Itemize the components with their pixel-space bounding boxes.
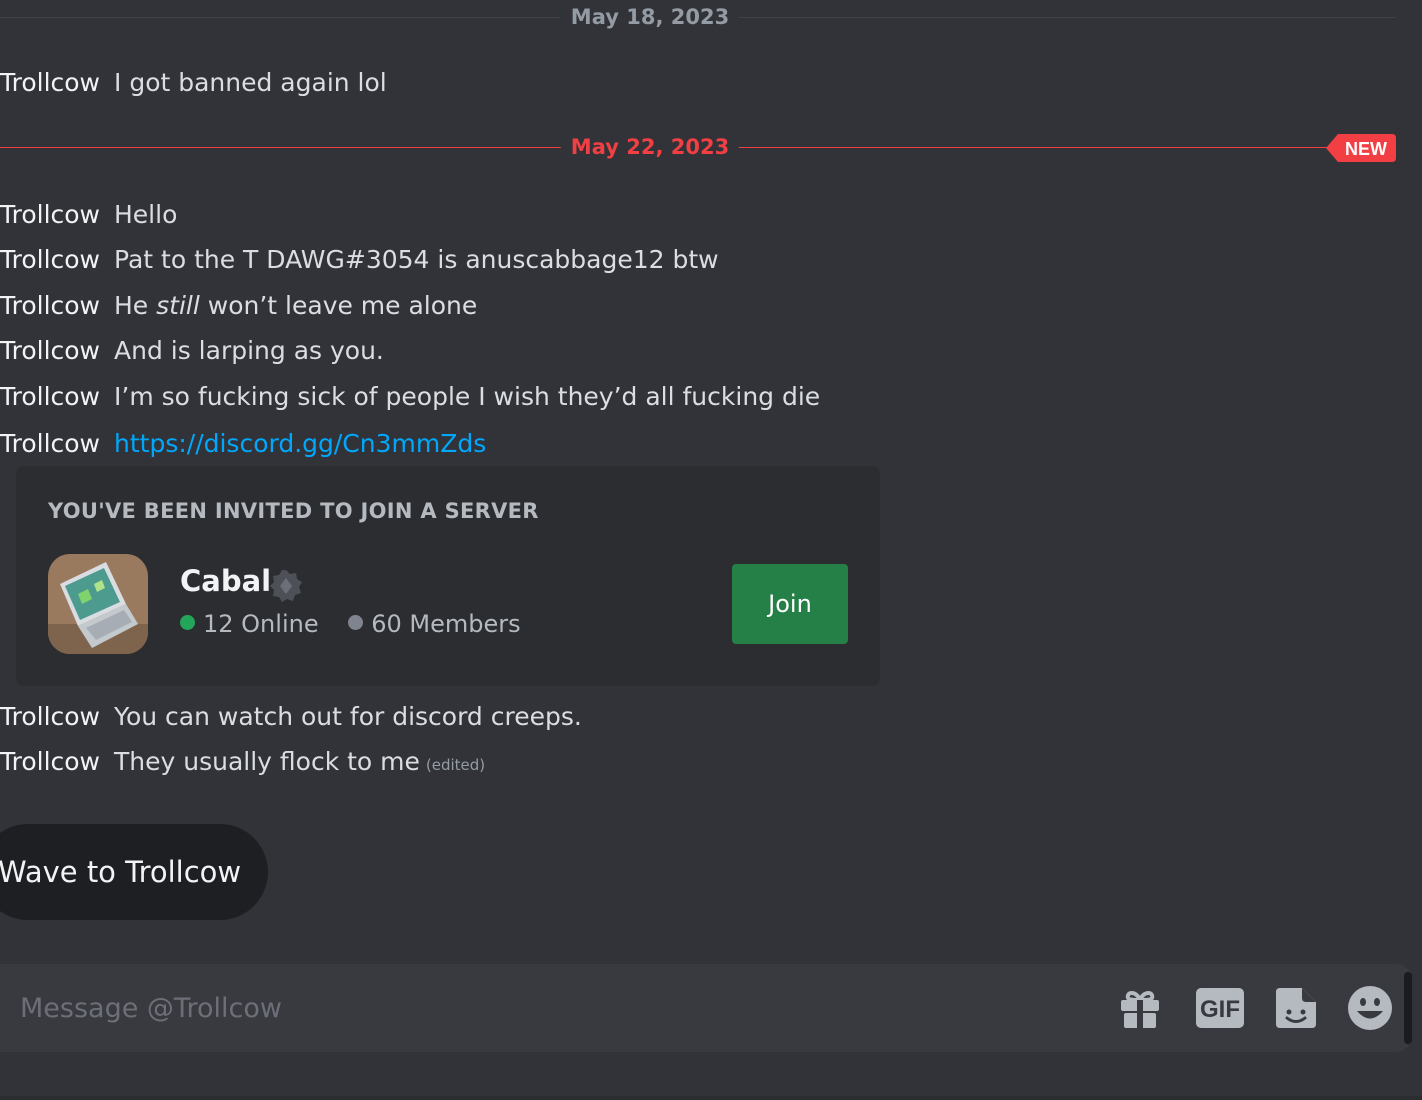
message-composer: GIF <box>0 964 1412 1052</box>
message: Trollcow I’m so fucking sick of people I … <box>0 382 820 412</box>
gift-icon[interactable] <box>1118 986 1162 1030</box>
message: Trollcow They usually flock to me (edited) <box>0 747 485 780</box>
members-dot-icon <box>348 615 364 630</box>
invite-header: YOU'VE BEEN INVITED TO JOIN A SERVER <box>48 499 539 523</box>
message-text: He still won’t leave me alone <box>114 291 477 320</box>
member-count: 60 Members <box>371 610 521 638</box>
message-author[interactable]: Trollcow <box>0 336 100 365</box>
message: Trollcow https://discord.gg/Cn3mmZds <box>0 429 486 459</box>
message-author[interactable]: Trollcow <box>0 291 100 320</box>
invite-link[interactable]: https://discord.gg/Cn3mmZds <box>114 429 486 458</box>
server-invite-embed: YOU'VE BEEN INVITED TO JOIN A SERVER Cab… <box>16 466 880 686</box>
message-author[interactable]: Trollcow <box>0 382 100 411</box>
server-icon[interactable] <box>48 554 148 654</box>
message: Trollcow And is larping as you. <box>0 336 384 366</box>
message: Trollcow You can watch out for discord cr… <box>0 702 582 732</box>
message-text-part: won’t leave me alone <box>199 291 478 320</box>
join-button[interactable]: Join <box>732 564 848 644</box>
gif-icon[interactable]: GIF <box>1196 988 1244 1028</box>
message: Trollcow I got banned again lol <box>0 68 387 98</box>
message-author[interactable]: Trollcow <box>0 245 100 274</box>
bottom-divider <box>0 1096 1422 1100</box>
server-stats: 12 Online 60 Members <box>180 610 521 638</box>
online-count: 12 Online <box>203 610 319 638</box>
message-text-part: He <box>114 291 157 320</box>
message-text: I got banned again lol <box>114 68 387 97</box>
message-text: They usually flock to me <box>114 747 420 776</box>
message-author[interactable]: Trollcow <box>0 747 100 776</box>
message-author[interactable]: Trollcow <box>0 200 100 229</box>
wave-button[interactable]: Wave to Trollcow <box>0 824 268 920</box>
edited-tag: (edited) <box>425 756 486 774</box>
new-badge: NEW <box>1326 134 1396 162</box>
message: Trollcow He still won’t leave me alone <box>0 291 477 321</box>
message-text: You can watch out for discord creeps. <box>114 702 582 731</box>
new-badge-label: NEW <box>1345 139 1387 159</box>
sticker-icon[interactable] <box>1276 988 1316 1028</box>
emoji-icon[interactable] <box>1348 986 1392 1030</box>
scrollbar[interactable] <box>1404 972 1412 1044</box>
message-author[interactable]: Trollcow <box>0 68 100 97</box>
message-text: Pat to the T DAWG#3054 is anuscabbage12 … <box>114 245 719 274</box>
message-input[interactable] <box>20 990 1020 1026</box>
date-divider-label: May 18, 2023 <box>560 5 740 29</box>
gif-label: GIF <box>1200 996 1240 1023</box>
message-text: I’m so fucking sick of people I wish the… <box>114 382 821 411</box>
message: Trollcow Pat to the T DAWG#3054 is anusca… <box>0 245 719 275</box>
new-messages-date-label: May 22, 2023 <box>560 135 740 159</box>
message-author[interactable]: Trollcow <box>0 429 100 458</box>
message-author[interactable]: Trollcow <box>0 702 100 731</box>
message-text-italic: still <box>156 291 200 320</box>
message: Trollcow Hello <box>0 200 177 230</box>
online-dot-icon <box>180 615 195 630</box>
verified-badge-icon <box>270 570 302 602</box>
message-text: Hello <box>114 200 178 229</box>
server-name: Cabal <box>180 564 272 598</box>
message-text: And is larping as you. <box>114 336 384 365</box>
